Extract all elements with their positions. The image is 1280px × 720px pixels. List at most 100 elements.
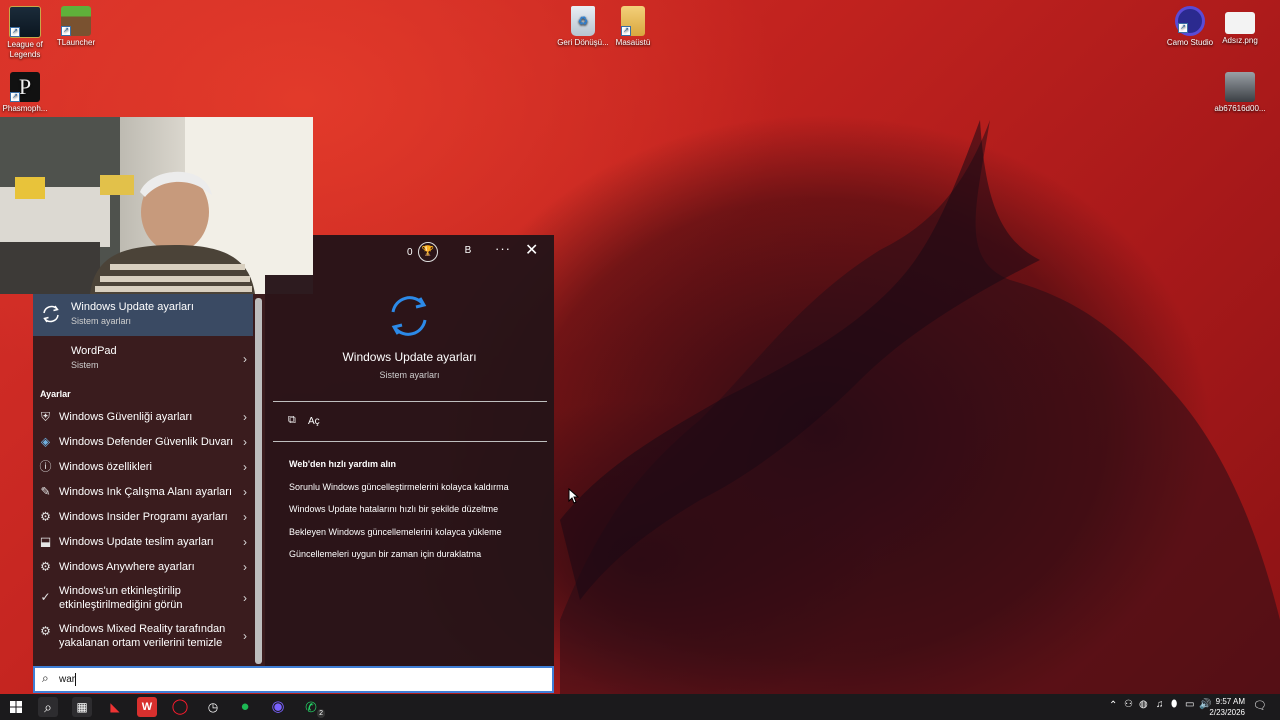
microphone-icon[interactable]: ⬮ xyxy=(1171,699,1177,710)
whatsapp-icon[interactable]: ✆ 2 xyxy=(301,697,325,718)
opera-icon[interactable]: ◯ xyxy=(170,697,190,717)
webcam-feed-image xyxy=(0,117,313,294)
best-match-item[interactable]: Windows Update ayarları Sistem ayarları xyxy=(33,294,253,336)
desktop-icon-label: Camo Studio xyxy=(1166,38,1214,47)
section-label: Ayarlar xyxy=(40,389,71,399)
network-icon[interactable]: ▭ xyxy=(1185,699,1194,710)
results-scrollbar[interactable] xyxy=(253,294,265,666)
gear-icon: ⚙ xyxy=(40,624,51,638)
best-match-title: Windows Update ayarları xyxy=(71,301,194,313)
wps-office-icon[interactable]: W xyxy=(137,697,157,717)
settings-item-windows-features[interactable]: ⓘ Windows özellikleri › xyxy=(33,454,253,479)
web-link[interactable]: Güncellemeleri uygun bir zaman için dura… xyxy=(289,549,481,559)
gear-icon: ⚙ xyxy=(40,559,51,573)
windows-start-icon[interactable] xyxy=(6,697,26,717)
desktop-icon-label: TLauncher xyxy=(56,38,96,47)
best-match-subtitle: Sistem ayarları xyxy=(71,316,132,326)
webcam-overlay xyxy=(0,117,313,294)
close-icon[interactable]: ✕ xyxy=(525,240,538,260)
desktop-icon-phasmophobia[interactable]: P ↗ Phasmoph... xyxy=(0,72,53,114)
settings-item-activation[interactable]: ✓ Windows'un etkinleştirilip etkinleştir… xyxy=(33,581,253,615)
mouse-cursor-icon xyxy=(568,488,580,504)
chevron-right-icon[interactable]: › xyxy=(243,435,247,449)
settings-item-delivery-optimization[interactable]: ⬓ Windows Update teslim ayarları › xyxy=(33,529,253,554)
update-sync-icon xyxy=(43,305,59,323)
desktop-icon-label: ab67616d00... xyxy=(1214,104,1266,113)
settings-item-mixed-reality[interactable]: ⚙ Windows Mixed Reality tarafından yakal… xyxy=(33,619,253,653)
recycle-bin-icon: ♻ xyxy=(571,6,595,36)
search-icon[interactable]: ⌕ xyxy=(38,697,58,717)
chevron-right-icon[interactable]: › xyxy=(243,485,247,499)
settings-item-ink-workspace[interactable]: ✎ Windows Ink Çalışma Alanı ayarları › xyxy=(33,479,253,504)
search-input-value[interactable]: war xyxy=(59,674,75,685)
desktop-icon-label: Adsız.png xyxy=(1222,36,1258,45)
user-avatar[interactable]: B xyxy=(459,242,477,260)
search-icon: ⌕ xyxy=(42,671,49,685)
chevron-up-icon[interactable]: ⌃ xyxy=(1109,700,1117,711)
settings-item-insider-program[interactable]: ⚙ Windows Insider Programı ayarları › xyxy=(33,504,253,529)
app-item-wordpad[interactable]: WordPad Sistem › xyxy=(33,338,253,380)
tray-app-icon[interactable]: ⚇ xyxy=(1124,699,1133,710)
desktop-icon-label: League of Legends xyxy=(7,40,43,59)
detail-subtitle: Sistem ayarları xyxy=(379,370,440,380)
desktop-icon-png[interactable]: Adsız.png xyxy=(1212,6,1268,46)
open-label: Aç xyxy=(308,416,320,427)
camo-icon[interactable]: ◉ xyxy=(268,697,288,717)
app-title: WordPad xyxy=(71,345,117,357)
scrollbar-thumb[interactable] xyxy=(255,298,262,664)
desktop-icon-league-of-legends[interactable]: ↗ League of Legends xyxy=(0,6,53,60)
notification-icon[interactable]: 🗨 xyxy=(1253,699,1267,712)
text-caret xyxy=(75,673,76,686)
chevron-right-icon[interactable]: › xyxy=(243,560,247,574)
tray-icon[interactable]: ◍ xyxy=(1139,699,1148,710)
desktop-icon-camo-studio[interactable]: ↗ Camo Studio xyxy=(1162,6,1218,48)
settings-item-label: Windows'un etkinleştirilip xyxy=(59,585,181,597)
web-help-heading: Web'den hızlı yardım alın xyxy=(289,459,396,469)
web-link[interactable]: Bekleyen Windows güncellemelerini kolayc… xyxy=(289,527,502,537)
web-link[interactable]: Windows Update hatalarını hızlı bir şeki… xyxy=(289,504,498,514)
divider xyxy=(273,401,547,402)
league-of-legends-icon: ↗ xyxy=(9,6,41,38)
chevron-right-icon[interactable]: › xyxy=(243,629,247,643)
chevron-right-icon[interactable]: › xyxy=(243,352,247,366)
image-file-icon xyxy=(1225,12,1255,34)
media-app-icon[interactable]: ◣ xyxy=(105,697,125,717)
settings-item-label: Windows Güvenliği ayarları xyxy=(59,410,193,423)
speaker-tray-icon[interactable]: ♫ xyxy=(1156,699,1164,710)
clock-app-icon[interactable]: ◷ xyxy=(203,697,223,717)
settings-item-windows-anywhere[interactable]: ⚙ Windows Anywhere ayarları › xyxy=(33,554,253,579)
desktop-icon-folder[interactable]: ↗ Masaüstü xyxy=(605,6,661,48)
web-link[interactable]: Sorunlu Windows güncelleştirmelerini kol… xyxy=(289,482,509,492)
camo-studio-icon: ↗ xyxy=(1175,6,1205,36)
desktop-icon-image[interactable]: ab67616d00... xyxy=(1212,72,1268,114)
chevron-right-icon[interactable]: › xyxy=(243,591,247,605)
firewall-icon: ◈ xyxy=(40,434,51,448)
settings-item-label: etkinleştirilmediğini görün xyxy=(59,599,183,611)
settings-item-label: Windows Anywhere ayarları xyxy=(59,560,195,573)
store-icon[interactable]: ▦ xyxy=(72,697,92,717)
clock-time: 9:57 AM xyxy=(1215,697,1245,706)
settings-item-firewall[interactable]: ◈ Windows Defender Güvenlik Duvarı › xyxy=(33,429,253,454)
more-options-icon[interactable]: ··· xyxy=(495,241,511,256)
clock[interactable]: 9:57 AM 2/23/2026 xyxy=(1203,696,1245,718)
desktop-icon-tlauncher[interactable]: ↗ TLauncher xyxy=(48,6,104,48)
chevron-right-icon[interactable]: › xyxy=(243,460,247,474)
chevron-right-icon[interactable]: › xyxy=(243,410,247,424)
info-icon: ⓘ xyxy=(39,459,52,473)
folder-icon: ↗ xyxy=(621,6,645,36)
chevron-right-icon[interactable]: › xyxy=(243,535,247,549)
pen-icon: ✎ xyxy=(40,484,51,498)
start-menu-detail-panel: Windows Update ayarları Sistem ayarları … xyxy=(265,275,554,666)
clock-date: 2/23/2026 xyxy=(1209,708,1245,717)
settings-item-windows-security[interactable]: ⛨ Windows Güvenliği ayarları › xyxy=(33,404,253,429)
search-box[interactable]: ⌕ war xyxy=(33,666,554,693)
app-subtitle: Sistem xyxy=(71,360,99,370)
desktop-icon-recycle-bin[interactable]: ♻ Geri Dönüşü... xyxy=(555,6,611,48)
settings-item-label: Windows Update teslim ayarları xyxy=(59,535,214,548)
rewards-trophy-icon[interactable]: 🏆 xyxy=(418,242,438,262)
spotify-icon[interactable]: ● xyxy=(235,697,255,717)
gear-icon: ⚙ xyxy=(40,509,51,523)
open-action[interactable]: ⧉ Aç xyxy=(273,405,547,437)
settings-item-label: yakalanan ortam verilerini temizle xyxy=(59,637,223,649)
chevron-right-icon[interactable]: › xyxy=(243,510,247,524)
